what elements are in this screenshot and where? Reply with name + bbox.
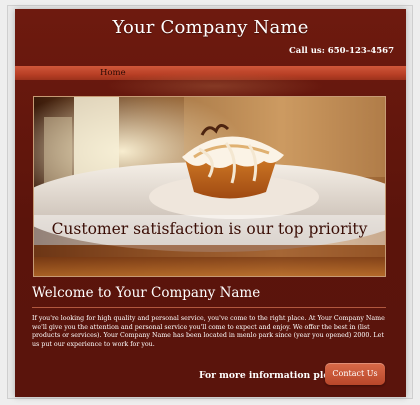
hero-image: Customer satisfaction is our top priorit… [33,96,386,277]
welcome-body-text: If you're looking for high quality and p… [32,315,385,348]
section-divider [32,307,386,308]
contact-us-button[interactable]: Contact Us [325,363,385,385]
welcome-heading: Welcome to Your Company Name [32,285,261,301]
cupcake-photo [34,97,385,276]
company-name-heading: Your Company Name [112,17,309,38]
tagline-text: Customer satisfaction is our top priorit… [51,220,368,238]
phone-number: Call us: 650-123-4567 [289,46,394,56]
website-container: Your Company Name Call us: 650-123-4567 … [15,9,406,397]
